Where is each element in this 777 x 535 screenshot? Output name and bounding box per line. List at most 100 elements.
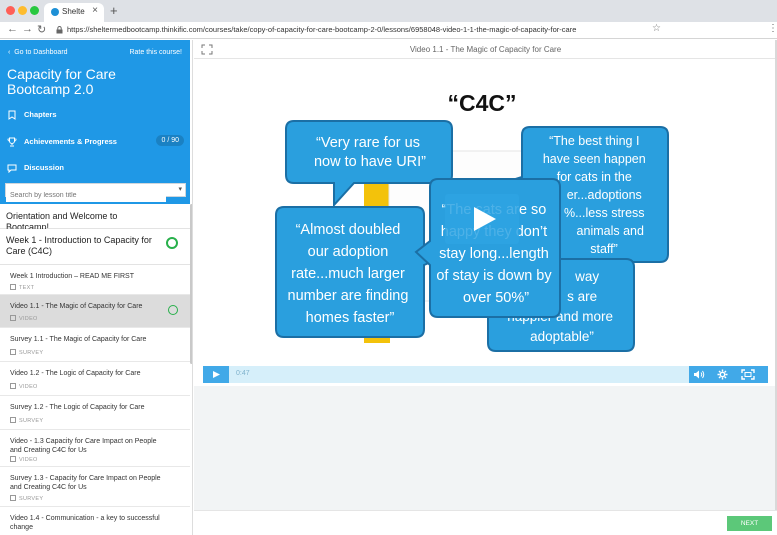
lesson-title: Survey 1.1 - The Magic of Capacity for C…: [10, 336, 147, 343]
sidebar-header: ‹ Go to Dashboard Rate this course! Capa…: [0, 40, 190, 204]
lesson-footer: NEXT: [194, 510, 777, 535]
tab-close-icon[interactable]: ×: [92, 5, 98, 16]
volume-icon[interactable]: [693, 369, 705, 380]
sidebar-scrollbar[interactable]: [190, 204, 192, 364]
gear-icon[interactable]: [717, 369, 728, 380]
lesson-title: Survey 1.3 - Capacity for Care Impact on…: [10, 475, 161, 491]
sidebar-item-label: Discussion: [24, 163, 65, 172]
player-controls-right: [689, 366, 768, 383]
course-title: Capacity for Care Bootcamp 2.0: [7, 66, 116, 97]
lesson-title: Video 1.4 - Communication - a key to suc…: [10, 515, 160, 531]
lesson-type-label: TEXT: [19, 285, 35, 291]
play-icon: [213, 371, 220, 378]
video-type-icon: [10, 315, 16, 321]
video-controls: 0:47: [203, 366, 768, 383]
timecode: 0:47: [236, 370, 250, 377]
video-frame: “C4C” “Very rare for us now to have URI”: [275, 90, 669, 352]
lock-icon: [56, 26, 63, 34]
back-arrow-icon[interactable]: ←: [7, 23, 18, 35]
sidebar-item-label: Achievements & Progress: [24, 137, 117, 146]
progress-ring-icon: [168, 305, 178, 315]
lesson-item-active[interactable]: Video 1.1 - The Magic of Capacity for Ca…: [0, 295, 190, 328]
bookmark-icon: [8, 110, 16, 120]
chat-icon: [7, 164, 17, 173]
chapter-title: Week 1 - Introduction to Capacity for Ca…: [6, 235, 152, 256]
video-player[interactable]: “C4C” “Very rare for us now to have URI”: [194, 59, 777, 386]
go-to-dashboard-link[interactable]: ‹ Go to Dashboard: [8, 49, 68, 56]
lesson-type-label: VIDEO: [19, 384, 38, 390]
quote-bubble-doubled: “Almost doubled our adoption rate...much…: [275, 206, 451, 338]
bookmark-star-icon[interactable]: ☆: [652, 23, 661, 34]
new-tab-icon[interactable]: +: [110, 3, 118, 18]
survey-type-icon: [10, 349, 16, 355]
lesson-title: Video 1.2 - The Logic of Capacity for Ca…: [10, 370, 141, 377]
lesson-item[interactable]: Video 1.2 - The Logic of Capacity for Ca…: [0, 362, 190, 396]
lesson-type: SURVEY: [10, 349, 43, 356]
lesson-search-box[interactable]: ▾: [5, 183, 186, 202]
lesson-type-label: VIDEO: [19, 316, 38, 322]
lesson-title: Week 1 Introduction – READ ME FIRST: [10, 273, 134, 280]
lesson-title: Video 1.1 - The Magic of Capacity for Ca…: [10, 303, 143, 310]
lesson-type-label: VIDEO: [19, 457, 38, 463]
lesson-item[interactable]: Survey 1.3 - Capacity for Care Impact on…: [0, 467, 190, 507]
course-sidebar: ‹ Go to Dashboard Rate this course! Capa…: [0, 40, 193, 535]
video-type-icon: [10, 456, 16, 462]
lesson-title: Survey 1.2 - The Logic of Capacity for C…: [10, 404, 145, 411]
trophy-icon: [7, 137, 17, 147]
lesson-search-input[interactable]: [6, 189, 166, 202]
rate-course-link[interactable]: Rate this course!: [129, 49, 182, 56]
browser-window: Shelte × + ← → ↻ https://sheltermedbootc…: [0, 0, 777, 535]
lesson-type: VIDEO: [10, 456, 38, 463]
survey-type-icon: [10, 417, 16, 423]
lesson-type-label: SURVEY: [19, 418, 44, 424]
lesson-item[interactable]: Video - 1.3 Capacity for Care Impact on …: [0, 430, 190, 467]
quote-text: “Almost doubled our adoption rate...much…: [288, 222, 413, 326]
lesson-content: Video 1.1 - The Magic of Capacity for Ca…: [194, 40, 777, 535]
go-to-dashboard-label: Go to Dashboard: [14, 49, 68, 56]
lesson-header: Video 1.1 - The Magic of Capacity for Ca…: [194, 40, 777, 59]
browser-menu-icon[interactable]: ⋮: [768, 23, 777, 34]
sidebar-item-discussion[interactable]: Discussion: [0, 156, 190, 181]
sidebar-item-label: Chapters: [24, 110, 57, 119]
reload-icon[interactable]: ↻: [37, 23, 46, 36]
video-type-icon: [10, 383, 16, 389]
lesson-type-label: SURVEY: [19, 496, 44, 502]
lesson-type: SURVEY: [10, 495, 43, 502]
slide-title: “C4C”: [447, 90, 516, 116]
lesson-heading: Video 1.1 - The Magic of Capacity for Ca…: [409, 45, 562, 54]
lesson-type: TEXT: [10, 284, 34, 291]
lesson-title: Video - 1.3 Capacity for Care Impact on …: [10, 438, 157, 454]
progress-ring-icon: [166, 237, 178, 249]
chevron-down-icon[interactable]: ▾: [178, 185, 182, 193]
close-window-dot[interactable]: [6, 6, 15, 15]
fullscreen-icon[interactable]: [741, 369, 755, 380]
address-toolbar: ← → ↻ https://sheltermedbootcamp.thinkif…: [0, 22, 777, 39]
next-button[interactable]: NEXT: [727, 516, 772, 531]
sidebar-item-chapters[interactable]: Chapters: [0, 103, 190, 128]
tab-strip: Shelte × +: [0, 0, 777, 22]
tab-title: Shelte: [62, 7, 85, 16]
lesson-item[interactable]: Survey 1.1 - The Magic of Capacity for C…: [0, 328, 190, 362]
text-type-icon: [10, 284, 16, 290]
lesson-type: VIDEO: [10, 383, 38, 390]
progress-count-badge: 0 / 90: [156, 135, 184, 146]
lesson-item[interactable]: Survey 1.2 - The Logic of Capacity for C…: [0, 396, 190, 430]
lesson-type: VIDEO: [10, 315, 38, 322]
favicon-icon: [51, 8, 59, 16]
browser-tab[interactable]: Shelte ×: [44, 3, 104, 22]
lesson-type: SURVEY: [10, 417, 43, 424]
sidebar-item-achievements[interactable]: Achievements & Progress 0 / 90: [0, 130, 190, 155]
lesson-type-label: SURVEY: [19, 350, 44, 356]
chapter-week-1[interactable]: Week 1 - Introduction to Capacity for Ca…: [0, 229, 190, 265]
forward-arrow-icon[interactable]: →: [22, 23, 33, 35]
play-overlay-button[interactable]: [445, 194, 519, 244]
chapter-orientation[interactable]: Orientation and Welcome to Bootcamp!: [0, 204, 190, 232]
maximize-window-dot[interactable]: [30, 6, 39, 15]
lesson-item[interactable]: Video 1.4 - Communication - a key to suc…: [0, 507, 190, 535]
survey-type-icon: [10, 495, 16, 501]
play-button[interactable]: [203, 366, 229, 383]
lesson-item[interactable]: Week 1 Introduction – READ ME FIRST TEXT: [0, 265, 190, 295]
url-text: https://sheltermedbootcamp.thinkific.com…: [67, 25, 577, 34]
minimize-window-dot[interactable]: [18, 6, 27, 15]
address-bar[interactable]: https://sheltermedbootcamp.thinkific.com…: [53, 24, 663, 37]
